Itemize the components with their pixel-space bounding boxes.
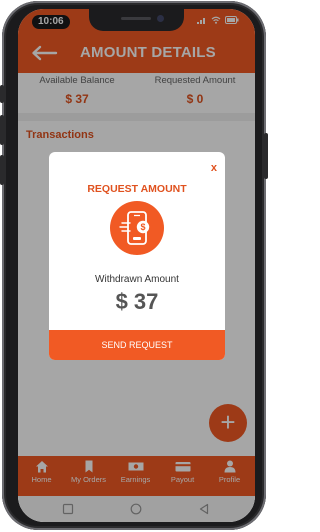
withdrawn-amount-value: $ 37 [115, 289, 159, 314]
request-amount-dialog: x REQUEST AMOUNT $ Withdrawn Amount $ 37… [49, 152, 225, 360]
close-button[interactable]: x [211, 162, 217, 174]
phone-side-button [0, 85, 4, 103]
phone-side-button [0, 115, 4, 145]
svg-text:$: $ [140, 222, 145, 232]
phone-side-button [264, 133, 268, 179]
send-request-button[interactable]: SEND REQUEST [49, 330, 225, 360]
mobile-payment-icon: $ [110, 201, 164, 255]
withdrawn-amount-label: Withdrawn Amount [95, 274, 179, 285]
phone-side-button [0, 155, 4, 185]
phone-notch [89, 9, 184, 31]
dialog-title: REQUEST AMOUNT [87, 183, 187, 195]
phone-frame: 10:06 AMOUNT DETAILS Available Balance $… [0, 1, 268, 530]
front-camera [157, 15, 164, 22]
speaker-grille [121, 17, 151, 20]
app-screen: 10:06 AMOUNT DETAILS Available Balance $… [18, 9, 255, 522]
